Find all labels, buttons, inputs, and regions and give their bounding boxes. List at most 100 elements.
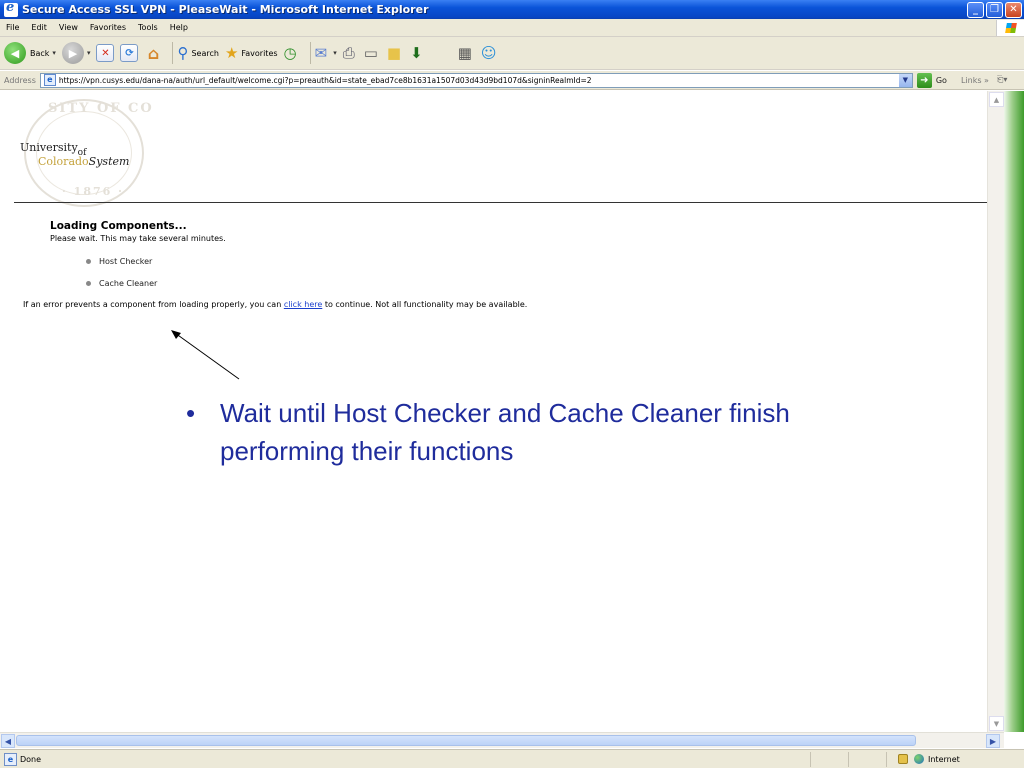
component-label: Host Checker bbox=[99, 257, 153, 266]
title-bar: Secure Access SSL VPN - PleaseWait - Mic… bbox=[0, 0, 1024, 19]
vertical-scrollbar[interactable]: ▲ ▼ bbox=[987, 91, 1004, 732]
go-arrow-icon: ➜ bbox=[916, 72, 932, 88]
seal-top-text: SITY OF CO bbox=[48, 101, 154, 116]
menu-view[interactable]: View bbox=[53, 23, 84, 32]
status-cell bbox=[848, 751, 886, 767]
component-item-cache-cleaner: Cache Cleaner bbox=[86, 279, 157, 288]
mail-button[interactable]: ✉ ▾ bbox=[315, 44, 337, 62]
header-divider bbox=[14, 202, 989, 203]
address-label: Address bbox=[4, 75, 36, 85]
scroll-down-icon[interactable]: ▼ bbox=[989, 716, 1004, 731]
forward-button[interactable]: ▶ ▾ bbox=[61, 42, 91, 64]
windows-logo-icon bbox=[996, 19, 1024, 36]
standard-toolbar: ◀ Back ▾ ▶ ▾ ✕ ⟳ ⌂ ⚲ Search ★ Favorites … bbox=[0, 37, 1024, 70]
address-dropdown-icon[interactable]: ▼ bbox=[898, 73, 912, 87]
history-button[interactable]: ◷ bbox=[284, 44, 300, 62]
stop-button[interactable]: ✕ bbox=[96, 44, 115, 62]
search-label: Search bbox=[191, 48, 219, 58]
horizontal-scrollbar[interactable]: ◀ ▶ bbox=[0, 732, 1004, 748]
folder-button[interactable]: ■ bbox=[387, 44, 404, 62]
links-toolbar[interactable]: Links » bbox=[961, 76, 989, 85]
annotation-text: Wait until Host Checker and Cache Cleane… bbox=[220, 398, 790, 466]
annotation-bullet: • bbox=[186, 398, 196, 428]
forward-arrow-icon: ▶ bbox=[61, 42, 84, 64]
back-button[interactable]: ◀ Back ▾ bbox=[4, 42, 56, 64]
minimize-button[interactable]: _ bbox=[967, 1, 984, 18]
continue-link[interactable]: click here bbox=[284, 300, 322, 309]
favorites-star-icon: ★ bbox=[224, 44, 239, 62]
print-button[interactable]: ⎙ bbox=[343, 44, 358, 62]
address-input[interactable]: e https://vpn.cusys.edu/dana-na/auth/url… bbox=[39, 72, 913, 88]
security-zone-label: Internet bbox=[928, 754, 960, 764]
search-button[interactable]: ⚲ Search bbox=[177, 44, 218, 62]
refresh-icon: ⟳ bbox=[120, 44, 139, 62]
messenger-icon: ☺ bbox=[480, 44, 497, 62]
stop-icon: ✕ bbox=[96, 44, 115, 62]
scroll-up-icon[interactable]: ▲ bbox=[989, 92, 1004, 107]
component-item-host-checker: Host Checker bbox=[86, 257, 152, 266]
horizontal-scroll-thumb[interactable] bbox=[16, 735, 916, 746]
status-bar: e Done Internet bbox=[0, 749, 1024, 768]
bullet-dot-icon bbox=[86, 281, 91, 286]
back-label: Back bbox=[30, 48, 50, 58]
refresh-button[interactable]: ⟳ bbox=[120, 44, 139, 62]
page-viewport: SITY OF CO · 1876 · Universityof Colorad… bbox=[0, 91, 1004, 732]
scroll-right-icon[interactable]: ▶ bbox=[986, 734, 1000, 748]
university-logo: SITY OF CO · 1876 · Universityof Colorad… bbox=[14, 99, 154, 207]
menu-help[interactable]: Help bbox=[164, 23, 194, 32]
mail-icon: ✉ bbox=[314, 44, 328, 62]
menu-file[interactable]: File bbox=[0, 23, 25, 32]
error-suffix: to continue. Not all functionality may b… bbox=[322, 300, 528, 309]
error-message: If an error prevents a component from lo… bbox=[23, 300, 527, 309]
folder-icon: ■ bbox=[386, 44, 402, 62]
address-url[interactable]: https://vpn.cusys.edu/dana-na/auth/url_d… bbox=[59, 76, 899, 85]
page-icon: e bbox=[43, 74, 56, 86]
edit-button[interactable]: ▭ bbox=[364, 44, 381, 62]
menu-edit[interactable]: Edit bbox=[25, 23, 53, 32]
component-label: Cache Cleaner bbox=[99, 279, 158, 288]
forward-dropdown-icon[interactable]: ▾ bbox=[87, 49, 91, 57]
ie-app-icon[interactable] bbox=[4, 0, 18, 17]
menu-tools[interactable]: Tools bbox=[132, 23, 164, 32]
callout-arrow-icon bbox=[171, 330, 240, 380]
status-cell bbox=[810, 751, 848, 767]
restore-button[interactable]: ❐ bbox=[986, 1, 1003, 18]
go-label: Go bbox=[935, 75, 947, 85]
edit-page-icon: ▭ bbox=[363, 44, 378, 62]
print-icon: ⎙ bbox=[342, 44, 355, 62]
messenger-button[interactable]: ☺ bbox=[481, 44, 500, 62]
back-arrow-icon: ◀ bbox=[4, 42, 26, 64]
toolbar-separator bbox=[172, 42, 174, 64]
internet-zone-icon bbox=[914, 754, 924, 764]
wait-message: Please wait. This may take several minut… bbox=[50, 234, 226, 243]
research-button[interactable]: ▦ bbox=[458, 44, 475, 62]
loading-heading: Loading Components... bbox=[50, 220, 187, 232]
logo-colorado-text: ColoradoSystem bbox=[38, 155, 130, 168]
ssl-lock-icon[interactable] bbox=[898, 754, 908, 764]
research-book-icon: ▦ bbox=[457, 44, 472, 62]
back-dropdown-icon[interactable]: ▾ bbox=[52, 49, 56, 57]
go-button[interactable]: ➜ Go bbox=[916, 72, 947, 88]
history-icon: ◷ bbox=[283, 44, 297, 62]
desktop-background-edge bbox=[1004, 91, 1024, 732]
window-title: Secure Access SSL VPN - PleaseWait - Mic… bbox=[22, 3, 429, 16]
error-prefix: If an error prevents a component from lo… bbox=[23, 300, 284, 309]
download-icon: ⬇ bbox=[410, 44, 423, 62]
loading-panel: Loading Components... Please wait. This … bbox=[23, 220, 527, 309]
status-cell bbox=[886, 751, 892, 767]
bullet-dot-icon bbox=[86, 259, 91, 264]
search-icon: ⚲ bbox=[177, 44, 189, 62]
page-menu-icon[interactable]: ⎗▾ bbox=[997, 75, 1007, 85]
menu-favorites[interactable]: Favorites bbox=[84, 23, 132, 32]
address-bar: Address e https://vpn.cusys.edu/dana-na/… bbox=[0, 71, 1024, 90]
mail-dropdown-icon[interactable]: ▾ bbox=[333, 49, 337, 57]
download-button[interactable]: ⬇ bbox=[410, 44, 426, 62]
seal-year-text: · 1876 · bbox=[62, 185, 124, 198]
close-button[interactable]: ✕ bbox=[1005, 1, 1022, 18]
favorites-label: Favorites bbox=[241, 48, 278, 58]
home-icon: ⌂ bbox=[147, 43, 160, 63]
home-button[interactable]: ⌂ bbox=[144, 43, 162, 63]
scroll-left-icon[interactable]: ◀ bbox=[1, 734, 15, 748]
menu-bar: File Edit View Favorites Tools Help bbox=[0, 19, 1024, 37]
favorites-button[interactable]: ★ Favorites bbox=[225, 44, 278, 62]
